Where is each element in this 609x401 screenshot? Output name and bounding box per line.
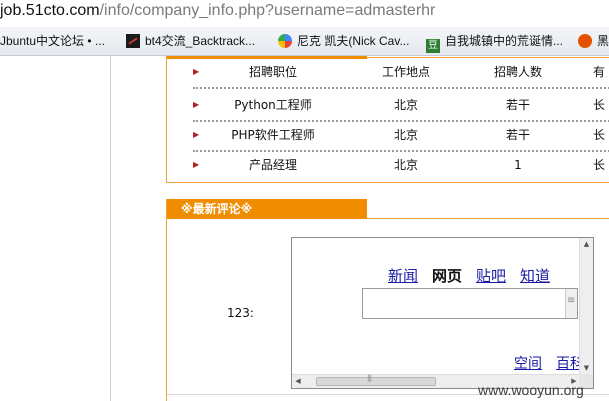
nav-link-tieba[interactable]: 贴吧 <box>476 267 506 285</box>
douban-icon: 豆 <box>426 39 440 53</box>
left-column-divider <box>110 56 111 401</box>
job-headcount: 1 <box>514 158 522 172</box>
header-validity: 有 <box>593 65 606 79</box>
job-listing-panel: ▶ 招聘职位 工作地点 招聘人数 有 ▶ Python工程师 北京 若干 长 ▶… <box>166 56 609 183</box>
job-validity: 长 <box>593 158 606 172</box>
textarea-scrollbar[interactable] <box>565 289 577 318</box>
job-title[interactable]: PHP软件工程师 <box>213 120 333 150</box>
arrow-bullet-icon: ▶ <box>193 130 200 139</box>
nav-active-web: 网页 <box>432 267 463 285</box>
bookmark-label: bt4交流_Backtrack... <box>145 34 256 48</box>
header-headcount: 招聘人数 <box>493 65 542 79</box>
job-title[interactable]: Python工程师 <box>213 90 333 120</box>
job-location: 北京 <box>393 98 418 112</box>
url-domain: job.51cto.com <box>0 2 100 19</box>
search-engine-icon <box>278 34 292 48</box>
scroll-up-icon[interactable]: ▲ <box>580 238 593 250</box>
bookmark-label: 尼克 凯夫(Nick Cav... <box>297 34 410 48</box>
header-position: 招聘职位 <box>248 65 297 79</box>
arrow-bullet-icon: ▶ <box>193 100 200 109</box>
job-headcount: 若干 <box>505 128 530 142</box>
watermark: www.wooyun.org <box>478 382 584 398</box>
bookmark-label: Jbuntu中文论坛 • ... <box>0 34 105 48</box>
job-title[interactable]: 产品经理 <box>213 150 333 180</box>
arrow-bullet-icon: ▶ <box>193 67 200 76</box>
panel-top-rule <box>367 218 609 219</box>
scroll-down-icon[interactable]: ▼ <box>580 362 593 374</box>
bookmark-more[interactable]: 黑 <box>578 27 609 55</box>
arrow-bullet-icon: ▶ <box>193 160 200 169</box>
address-bar[interactable]: job.51cto.com/info/company_info.php?user… <box>0 0 609 25</box>
search-nav: 新闻 网页 贴吧 知道 <box>388 265 564 286</box>
job-table-header: ▶ 招聘职位 工作地点 招聘人数 有 <box>193 57 609 89</box>
nav-link-news[interactable]: 新闻 <box>388 267 418 285</box>
vertical-scrollbar[interactable]: ▲ ▼ <box>579 238 593 374</box>
bookmark-douban[interactable]: 豆自我城镇中的荒诞情... <box>426 27 563 55</box>
latest-comments-tab: ※最新评论※ <box>167 199 367 219</box>
job-location: 北京 <box>393 128 418 142</box>
comment-author: 123: <box>227 306 254 320</box>
nav-link-zhidao[interactable]: 知道 <box>520 267 550 285</box>
job-validity: 长 <box>593 98 606 112</box>
bookmark-ubuntu-forum[interactable]: Jbuntu中文论坛 • ... <box>0 27 105 55</box>
table-row[interactable]: ▶ PHP软件工程师 北京 若干 长 <box>193 120 609 152</box>
link-space[interactable]: 空间 <box>514 356 542 372</box>
scroll-thumb[interactable] <box>316 374 436 386</box>
backtrack-icon <box>126 34 140 48</box>
bookmark-label: 自我城镇中的荒诞情... <box>445 34 564 48</box>
job-headcount: 若干 <box>505 98 530 112</box>
bookmark-label: 黑 <box>597 34 609 48</box>
firefox-icon <box>578 34 592 48</box>
url-path: /info/company_info.php?username=admaster… <box>99 2 436 19</box>
bookmark-bt4[interactable]: bt4交流_Backtrack... <box>126 27 255 55</box>
table-row[interactable]: ▶ 产品经理 北京 1 长 <box>193 150 609 180</box>
job-validity: 长 <box>593 128 606 142</box>
bookmark-nick-cave[interactable]: 尼克 凯夫(Nick Cav... <box>278 27 409 55</box>
header-location: 工作地点 <box>381 65 430 79</box>
job-location: 北京 <box>393 158 418 172</box>
bookmarks-bar: Jbuntu中文论坛 • ... bt4交流_Backtrack... 尼克 凯… <box>0 27 609 56</box>
table-row[interactable]: ▶ Python工程师 北京 若干 长 <box>193 90 609 122</box>
search-input[interactable] <box>362 288 578 319</box>
embedded-iframe[interactable]: 新闻网页贴吧知道 空间百科 ▲ ▼ ◀ ▶ <box>291 237 594 389</box>
scroll-left-icon[interactable]: ◀ <box>292 375 304 388</box>
